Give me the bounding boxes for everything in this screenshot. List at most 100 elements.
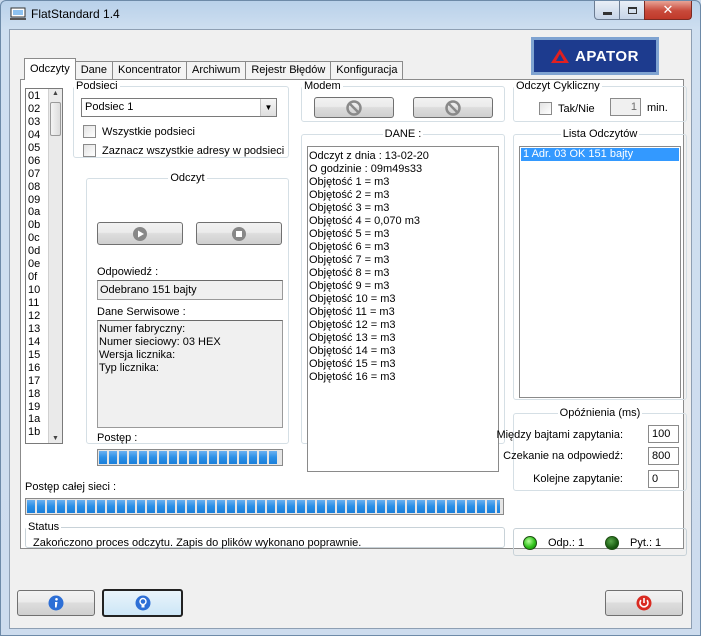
tab-odczyty[interactable]: Odczyty	[24, 58, 76, 80]
progress-segment	[187, 500, 195, 513]
address-list-scrollbar[interactable]: ▲ ▼	[48, 89, 62, 443]
read-progress-fill	[99, 451, 279, 464]
progress-segment	[179, 451, 187, 464]
address-list-item[interactable]: 0b	[28, 219, 40, 232]
help-button[interactable]	[102, 589, 183, 617]
service-data-box: Numer fabryczny: Numer sieciowy: 03 HEX We…	[97, 320, 283, 428]
response-value: Odebrano 151 bajty	[100, 284, 197, 296]
progress-segment	[217, 500, 225, 513]
next-query-label: Kolejne zapytanie:	[533, 473, 623, 485]
exit-button[interactable]	[605, 590, 683, 616]
progress-segment	[257, 500, 265, 513]
address-list-item[interactable]: 0a	[28, 206, 40, 219]
cyclic-read-checkbox[interactable]: Tak/Nie	[539, 102, 595, 115]
progress-segment	[467, 500, 475, 513]
address-list-item[interactable]: 02	[28, 103, 40, 116]
dane-title: DANE :	[384, 128, 422, 140]
all-subnets-checkbox[interactable]: Wszystkie podsieci	[83, 125, 195, 138]
progress-segment	[167, 500, 175, 513]
address-list[interactable]: 01 02 03 04 05 06 07 08 09 0a 0b 0c 0d 0e 0f 10 11 12 13 14…	[25, 88, 63, 444]
scroll-thumb[interactable]	[50, 102, 61, 136]
readings-list-item[interactable]: 1 Adr. 03 OK 151 bajty	[521, 148, 679, 161]
responses-count: Odp.: 1	[548, 537, 585, 549]
chevron-down-icon[interactable]: ▼	[260, 99, 276, 116]
cyclic-read-title: Odczyt Cykliczny	[516, 80, 600, 92]
tab-archiwum[interactable]: Archiwum	[186, 61, 247, 80]
main-client-area: APATOR Odczyty Dane Koncentrator Archiwu…	[9, 29, 692, 629]
dane-line: Objętość 13 = m3	[309, 332, 396, 344]
network-progress-bar	[25, 498, 504, 515]
dane-line: Objętość 12 = m3	[309, 319, 396, 331]
stop-read-button[interactable]	[196, 222, 282, 245]
title-bar[interactable]: FlatStandard 1.4 ✕	[1, 1, 700, 29]
tab-strip: Odczyty Dane Koncentrator Archiwum Rejes…	[24, 58, 404, 80]
progress-segment	[119, 451, 127, 464]
address-list-item[interactable]: 17	[28, 375, 40, 388]
dane-memo[interactable]: Odczyt z dnia : 13-02-20 O godzinie : 09m…	[307, 146, 499, 472]
tab-koncentrator[interactable]: Koncentrator	[112, 61, 188, 80]
progress-segment	[447, 500, 455, 513]
progress-segment	[287, 500, 295, 513]
scroll-up-icon[interactable]: ▲	[52, 90, 59, 97]
minimize-button[interactable]	[594, 1, 620, 20]
address-list-item[interactable]: 08	[28, 181, 40, 194]
progress-segment	[197, 500, 205, 513]
address-list-item[interactable]: 06	[28, 155, 40, 168]
close-button[interactable]: ✕	[644, 1, 692, 20]
service-data-line: Typ licznika:	[99, 362, 159, 374]
address-list-item[interactable]: 0f	[28, 271, 40, 284]
progress-segment	[157, 500, 165, 513]
progress-segment	[367, 500, 375, 513]
between-bytes-input[interactable]: 100	[648, 425, 679, 443]
address-list-item[interactable]: 03	[28, 116, 40, 129]
address-list-item[interactable]: 12	[28, 310, 40, 323]
info-button[interactable]	[17, 590, 95, 616]
readings-list[interactable]: 1 Adr. 03 OK 151 bajty	[519, 146, 681, 398]
address-list-item[interactable]: 0d	[28, 245, 40, 258]
address-list-item[interactable]: 10	[28, 284, 40, 297]
tab-dane[interactable]: Dane	[74, 61, 114, 80]
address-list-item[interactable]: 14	[28, 336, 40, 349]
address-list-item[interactable]: 1a	[28, 413, 40, 426]
cyclic-read-checkbox-box[interactable]	[539, 102, 552, 115]
address-list-item[interactable]: 0e	[28, 258, 40, 271]
modem-connect-button[interactable]	[314, 97, 394, 118]
progress-segment	[109, 451, 117, 464]
address-list-item[interactable]: 0c	[28, 232, 40, 245]
mark-all-addresses-checkbox[interactable]: Zaznacz wszystkie adresy w podsieci	[83, 144, 284, 157]
tab-rejestr-bledow[interactable]: Rejestr Błędów	[245, 61, 332, 80]
scroll-down-icon[interactable]: ▼	[52, 435, 59, 442]
address-list-item[interactable]: 11	[28, 297, 40, 310]
subnet-select[interactable]: Podsiec 1 ▼	[81, 98, 277, 117]
modem-title: Modem	[304, 80, 341, 92]
dane-line: Objętość 3 = m3	[309, 202, 390, 214]
cyclic-interval-input[interactable]: 1	[610, 98, 641, 116]
address-list-item[interactable]: 09	[28, 194, 40, 207]
address-list-item[interactable]: 01	[28, 90, 40, 103]
maximize-button[interactable]	[619, 1, 645, 20]
address-list-item[interactable]: 13	[28, 323, 40, 336]
all-subnets-checkbox-box[interactable]	[83, 125, 96, 138]
address-list-item[interactable]: 04	[28, 129, 40, 142]
mark-all-addresses-checkbox-box[interactable]	[83, 144, 96, 157]
start-read-button[interactable]	[97, 222, 183, 245]
tab-konfiguracja[interactable]: Konfiguracja	[330, 61, 404, 80]
progress-segment	[357, 500, 365, 513]
address-list-item[interactable]: 18	[28, 388, 40, 401]
address-list-item[interactable]: 05	[28, 142, 40, 155]
progress-label: Postęp :	[97, 432, 138, 444]
address-list-item[interactable]: 16	[28, 362, 40, 375]
next-query-input[interactable]: 0	[648, 470, 679, 488]
address-list-item[interactable]: 19	[28, 401, 40, 414]
address-list-item[interactable]: 1b	[28, 426, 40, 439]
address-list-item[interactable]: 07	[28, 168, 40, 181]
progress-segment	[407, 500, 415, 513]
play-icon	[133, 226, 147, 241]
progress-segment	[137, 500, 145, 513]
service-data-line: Numer fabryczny:	[99, 323, 186, 335]
address-list-item[interactable]: 15	[28, 349, 40, 362]
wait-response-input[interactable]: 800	[648, 447, 679, 465]
progress-segment	[317, 500, 325, 513]
cyclic-read-label: Tak/Nie	[558, 102, 595, 115]
modem-disconnect-button[interactable]	[413, 97, 493, 118]
